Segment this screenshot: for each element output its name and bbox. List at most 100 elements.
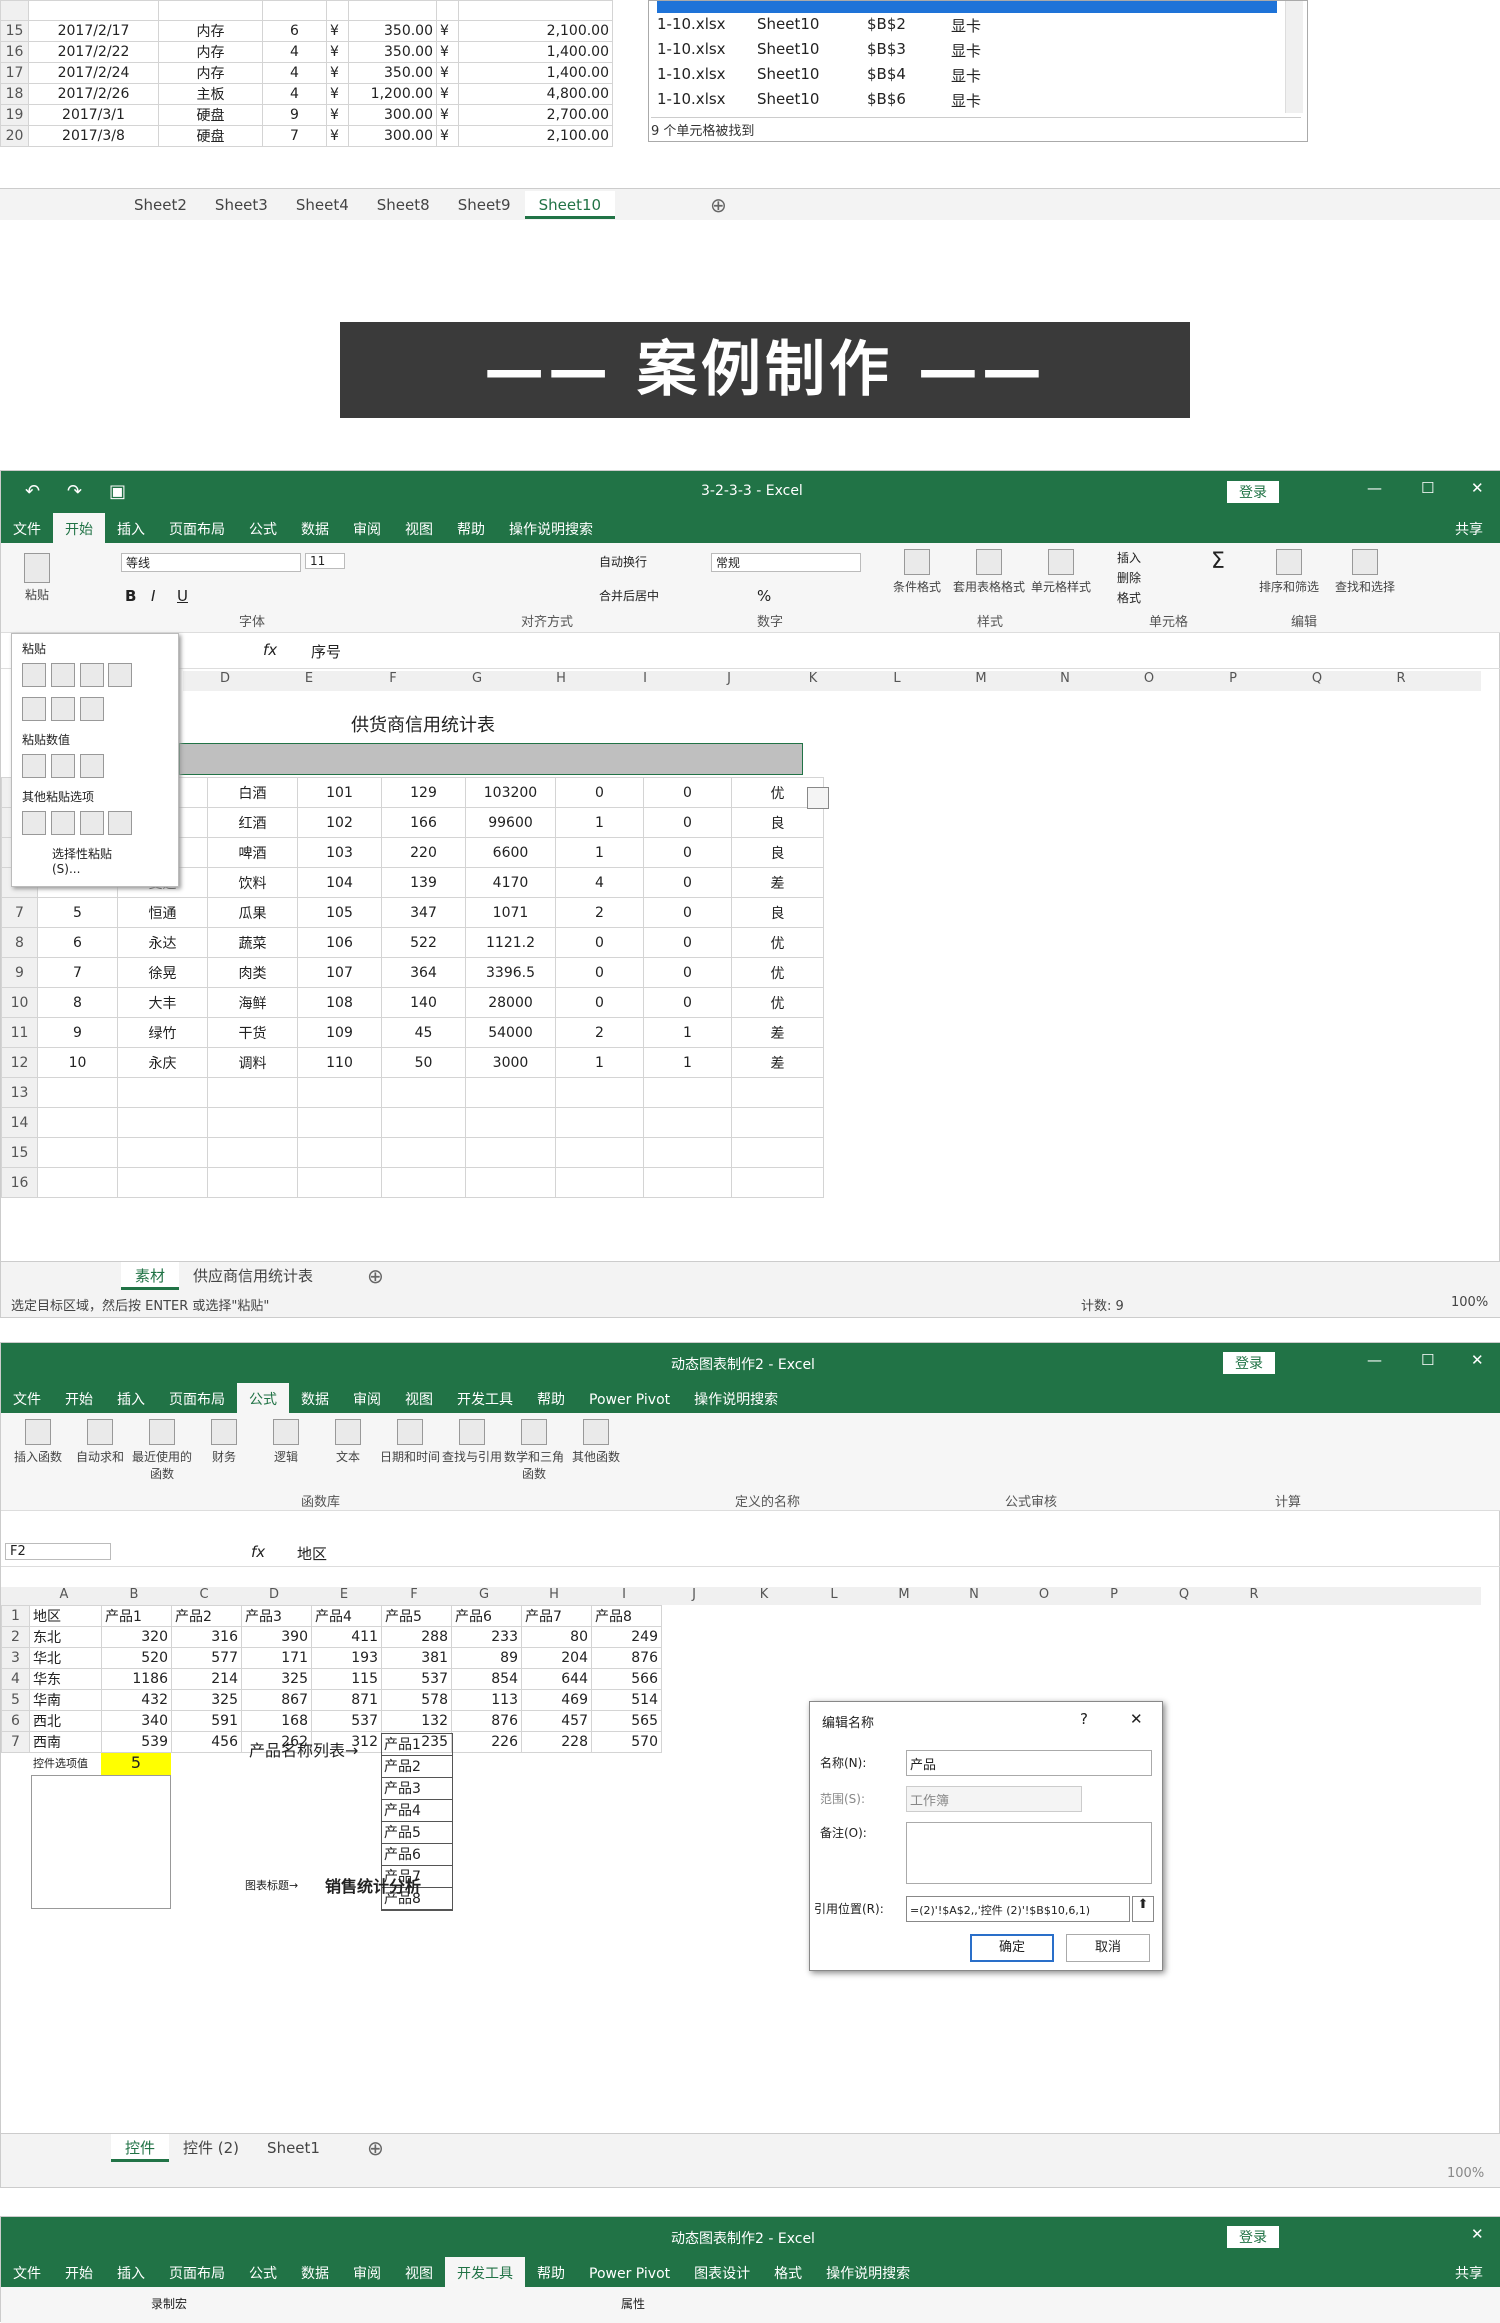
note-textarea[interactable] (906, 1822, 1152, 1884)
cell[interactable]: 166 (381, 807, 466, 838)
selected-result-row[interactable] (657, 1, 1277, 13)
cell[interactable]: 6 (37, 927, 118, 958)
cell[interactable]: 129 (381, 777, 466, 808)
cell[interactable] (465, 1167, 556, 1198)
minimize-icon[interactable]: — (1367, 1351, 1382, 1369)
sheet-tab[interactable]: Sheet4 (282, 191, 363, 219)
cell[interactable]: 0 (643, 837, 732, 868)
cell[interactable]: 内存 (158, 62, 263, 84)
cell[interactable]: 140 (381, 987, 466, 1018)
cell-button[interactable]: 插入 (1117, 549, 1141, 569)
cell[interactable]: 193 (311, 1647, 382, 1669)
row-header[interactable]: 19 (0, 104, 29, 126)
cell[interactable]: 876 (451, 1710, 522, 1732)
column-header[interactable]: F (351, 671, 435, 689)
cell[interactable]: 537 (381, 1668, 452, 1690)
ribbon-tab[interactable]: 插入 (105, 1383, 157, 1415)
ribbon-tab[interactable]: Power Pivot (577, 1386, 682, 1414)
cell[interactable] (297, 1167, 382, 1198)
found-result-row[interactable]: 1-10.xlsx Sheet10 $B$6 显卡 (657, 90, 1277, 115)
list-item[interactable]: 产品1 (382, 1734, 452, 1756)
ribbon-tab[interactable]: 页面布局 (157, 2257, 237, 2289)
ribbon-tab[interactable]: 数据 (289, 513, 341, 545)
collapse-ref-icon[interactable]: ⬆ (1132, 1896, 1154, 1922)
cell[interactable]: 1,400.00 (458, 41, 613, 63)
cell[interactable]: 168 (241, 1710, 312, 1732)
scope-select[interactable]: 工作簿 (906, 1786, 1082, 1812)
cell[interactable]: 106 (297, 927, 382, 958)
cell[interactable]: ¥ (436, 62, 459, 84)
cell[interactable]: 570 (591, 1731, 662, 1753)
cell[interactable]: 良 (731, 897, 824, 928)
cell[interactable]: 108 (297, 987, 382, 1018)
column-header[interactable]: O (1009, 1587, 1079, 1605)
list-item[interactable]: 产品4 (382, 1800, 452, 1822)
cell[interactable]: 0 (643, 957, 732, 988)
cell[interactable]: 591 (171, 1710, 242, 1732)
cell[interactable]: 1 (643, 1047, 732, 1078)
column-header[interactable]: I (603, 671, 687, 689)
cell[interactable]: 364 (381, 957, 466, 988)
close-icon[interactable]: ✕ (1471, 2225, 1484, 2243)
list-item[interactable]: 产品5 (382, 1822, 452, 1844)
found-result-row[interactable]: 1-10.xlsx Sheet10 $B$2 显卡 (657, 15, 1277, 40)
ref-input[interactable]: =(2)'!$A$2,,'控件 (2)'!$B$10,6,1) (906, 1896, 1130, 1922)
row-header[interactable]: 15 (1, 1137, 38, 1168)
cell[interactable]: 226 (451, 1731, 522, 1753)
cell[interactable]: 54000 (465, 1017, 556, 1048)
ribbon-tab[interactable]: 帮助 (525, 1383, 577, 1415)
ok-button[interactable]: 确定 (970, 1934, 1054, 1962)
cell[interactable] (117, 1077, 208, 1108)
column-header[interactable]: R (1219, 1587, 1289, 1605)
cell[interactable]: 恒通 (117, 897, 208, 928)
cell[interactable]: 8 (37, 987, 118, 1018)
record-macro-button[interactable]: 录制宏 (151, 2295, 187, 2312)
cell[interactable]: 456 (171, 1731, 242, 1753)
cell[interactable]: 350.00 (348, 41, 437, 63)
cell[interactable]: 大丰 (117, 987, 208, 1018)
sheet-tab[interactable]: Sheet3 (201, 191, 282, 219)
row-header[interactable]: 7 (1, 897, 38, 928)
row-header[interactable]: 16 (1, 1167, 38, 1198)
column-header[interactable]: Q (1275, 671, 1359, 689)
cell[interactable]: 2017/2/22 (28, 41, 159, 63)
cell[interactable]: 0 (643, 867, 732, 898)
sheet-tab[interactable]: 控件 (2) (169, 2134, 253, 2162)
add-sheet-icon[interactable]: ⊕ (367, 1264, 384, 1288)
cell[interactable] (37, 1077, 118, 1108)
cell[interactable]: 10 (37, 1047, 118, 1078)
cell[interactable]: 1,400.00 (458, 62, 613, 84)
cell[interactable]: 2017/2/17 (28, 20, 159, 42)
cell[interactable]: 102 (297, 807, 382, 838)
cell[interactable]: 233 (451, 1626, 522, 1648)
ribbon-tab[interactable]: 审阅 (341, 1383, 393, 1415)
ribbon-tab[interactable]: 文件 (1, 513, 53, 545)
save-icon[interactable]: ▣ (109, 481, 126, 502)
minimize-icon[interactable]: — (1367, 479, 1382, 497)
cell[interactable]: 1 (643, 1017, 732, 1048)
cell[interactable]: 50 (381, 1047, 466, 1078)
row-header[interactable]: 8 (1, 927, 38, 958)
cell[interactable]: 0 (643, 987, 732, 1018)
ribbon-button[interactable]: 文本 (317, 1419, 379, 1465)
undo-icon[interactable]: ↶ (25, 481, 40, 502)
cell[interactable]: 0 (643, 897, 732, 928)
cell[interactable]: 1 (555, 807, 644, 838)
cell[interactable]: 东北 (29, 1626, 102, 1648)
cell[interactable]: 饮料 (207, 867, 298, 898)
ribbon-button[interactable]: 数学和三角函数 (503, 1419, 565, 1482)
cell[interactable]: 1 (555, 1047, 644, 1078)
cell[interactable]: ¥ (326, 20, 349, 42)
cell[interactable]: 硬盘 (158, 104, 263, 126)
cell[interactable] (207, 1167, 298, 1198)
row-header[interactable]: 13 (1, 1077, 38, 1108)
cell[interactable]: 2017/3/1 (28, 104, 159, 126)
cell[interactable]: 5 (37, 897, 118, 928)
column-header[interactable]: J (659, 1587, 729, 1605)
ribbon-button[interactable]: 单元格样式 (1025, 549, 1097, 595)
cell[interactable]: 0 (555, 777, 644, 808)
name-input[interactable]: 产品 (906, 1750, 1152, 1776)
cell[interactable]: 4 (262, 62, 327, 84)
cell[interactable]: 340 (101, 1710, 172, 1732)
cell-button[interactable]: 删除 (1117, 569, 1141, 589)
